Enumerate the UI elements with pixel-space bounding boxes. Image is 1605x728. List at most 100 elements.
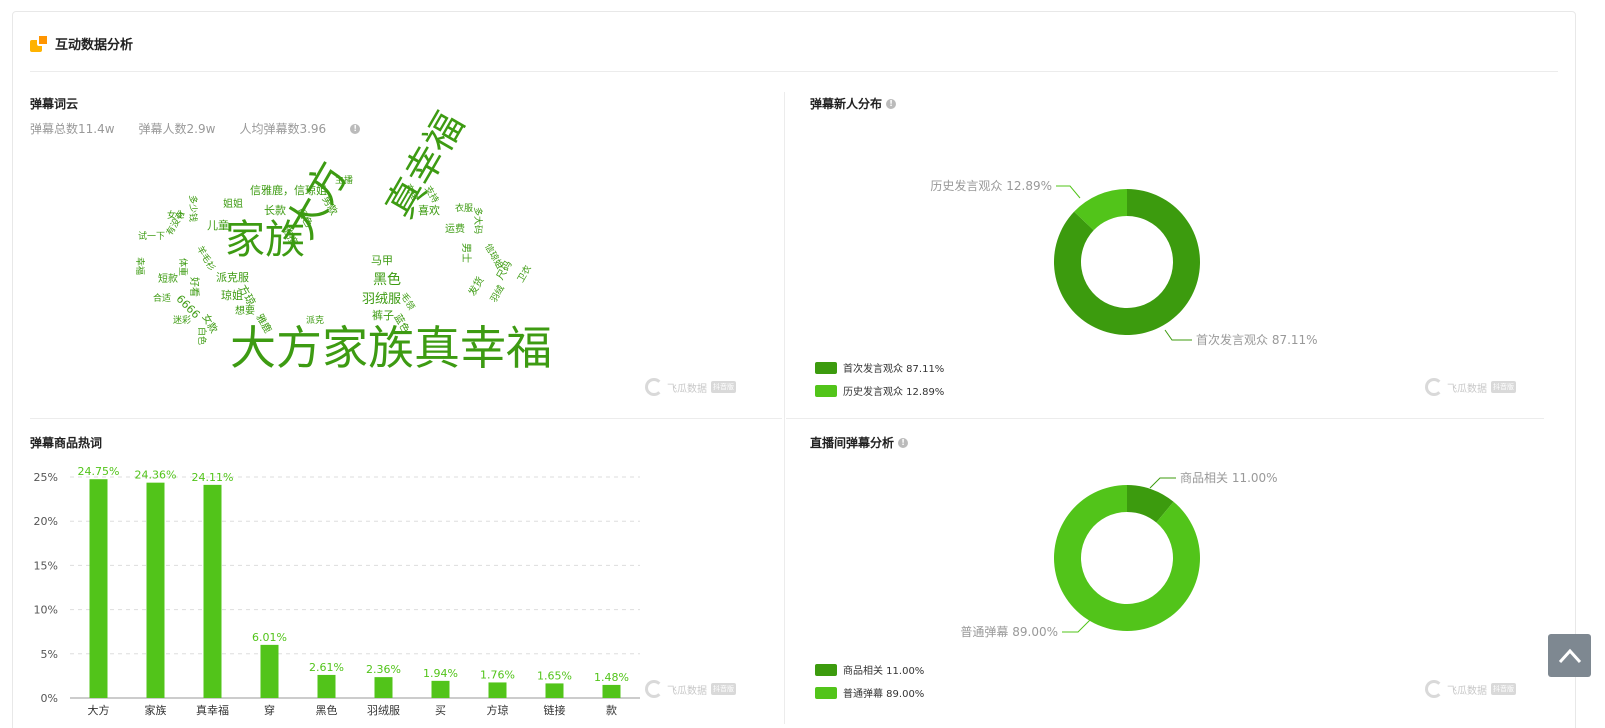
info-icon[interactable]: ! <box>350 123 361 134</box>
y-tick-label: 25% <box>34 471 58 484</box>
watermark: 飞瓜数据 抖音版 <box>1425 378 1516 396</box>
bar-value-label: 6.01% <box>252 631 287 644</box>
wordcloud-title: 弹幕词云 <box>30 97 79 111</box>
callout-line <box>1164 329 1192 341</box>
bar-value-label: 2.36% <box>366 663 401 676</box>
feigua-logo-icon <box>1425 378 1443 396</box>
word-cloud-word: 姐姐 <box>223 199 243 210</box>
legend-swatch <box>815 686 837 699</box>
hotword-bar-chart: 0% 5% 10% 15% 20% 25% 24.75% 大方 24.36% 家族 24.11% 真幸… <box>34 465 640 717</box>
word-cloud-word: 羽绒服 <box>362 292 402 307</box>
word-cloud-word: 运费 <box>445 224 465 235</box>
legend-item[interactable]: 首次发言观众 87.11% <box>815 360 944 375</box>
bar-value-label: 1.94% <box>423 667 458 680</box>
word-cloud-word: 卫衣 <box>516 263 534 285</box>
word-cloud-word: 信琼姐 <box>482 242 505 271</box>
x-tick-label: 链接 <box>544 703 566 717</box>
word-cloud-word: 马甲 <box>371 254 393 267</box>
x-tick-label: 方琼 <box>487 703 509 717</box>
bar-value-label: 1.48% <box>594 671 629 684</box>
word-cloud-word: 信雅鹿，信琼姐 <box>250 184 327 197</box>
chevron-up-icon <box>1558 648 1581 663</box>
bar[interactable] <box>260 644 279 698</box>
watermark: 飞瓜数据 抖音版 <box>645 378 736 396</box>
bar[interactable] <box>488 682 507 698</box>
word-cloud-word: 裤子 <box>372 309 394 322</box>
hotword-title: 弹幕商品热词 <box>30 436 103 450</box>
y-tick-label: 15% <box>34 559 58 572</box>
watermark: 飞瓜数据 抖音版 <box>645 680 736 698</box>
feigua-logo-icon <box>645 680 663 698</box>
bar-value-label: 24.36% <box>135 469 177 482</box>
live-analysis-title: 直播间弹幕分析 ! <box>810 434 909 451</box>
word-cloud-word: 发货 <box>467 275 487 298</box>
bar-value-label: 1.65% <box>537 669 572 682</box>
live-legend: 商品相关 11.00% 普通弹幕 89.00% <box>815 662 924 700</box>
title-divider <box>30 71 1558 72</box>
info-icon[interactable]: ! <box>898 437 909 448</box>
y-tick-label: 0% <box>41 692 58 705</box>
card-header: 互动数据分析 <box>30 34 133 53</box>
word-cloud-word: 多少钱 <box>187 195 197 223</box>
info-icon[interactable]: ! <box>886 98 897 109</box>
legend-item[interactable]: 商品相关 11.00% <box>815 662 924 677</box>
word-cloud-word: 儿童 <box>207 219 229 232</box>
bar[interactable] <box>89 479 108 698</box>
x-tick-label: 真幸福 <box>196 703 229 717</box>
x-tick-label: 大方 <box>88 703 110 717</box>
word-cloud-word: 派克服 <box>216 271 249 284</box>
newcomer-donut-chart: 首次发言观众 87.11% 历史发言观众 12.89% <box>930 178 1318 347</box>
legend-item[interactable]: 普通弹幕 89.00% <box>815 685 924 700</box>
legend-item[interactable]: 历史发言观众 12.89% <box>815 383 944 398</box>
bar-value-label: 2.61% <box>309 661 344 674</box>
word-cloud: 大方家族真幸福 家族 大方 真幸福 黑色 羽绒服 裤子 马甲 信雅鹿，信琼姐 姐姐 长款 儿童 喜欢 运费… <box>130 105 590 385</box>
back-to-top-button[interactable] <box>1548 634 1591 677</box>
x-tick-label: 羽绒服 <box>367 704 400 717</box>
callout-label: 普通弹幕 89.00% <box>960 625 1058 639</box>
callout-line <box>1062 619 1091 633</box>
watermark: 飞瓜数据 抖音版 <box>1425 680 1516 698</box>
row-divider-left <box>30 418 782 419</box>
word-cloud-word: 黑色 <box>373 272 401 288</box>
callout-line <box>1056 185 1081 199</box>
word-cloud-word: 合适 <box>153 294 172 304</box>
word-cloud-word: 好看 <box>188 277 199 297</box>
legend-swatch <box>815 663 837 676</box>
y-tick-label: 10% <box>34 604 58 617</box>
stat-average: 人均弹幕数3.96 <box>239 122 327 136</box>
word-cloud-word: 方琼 <box>235 282 258 309</box>
bar[interactable] <box>431 680 450 698</box>
bar[interactable] <box>146 482 165 698</box>
word-cloud-word: 派克 <box>306 316 325 326</box>
bar[interactable] <box>317 674 336 698</box>
y-tick-label: 20% <box>34 515 58 528</box>
bar[interactable] <box>545 683 564 698</box>
word-cloud-word: 白色 <box>196 327 206 346</box>
bar[interactable] <box>203 484 222 698</box>
newcomer-title: 弹幕新人分布 ! <box>810 95 897 112</box>
data-analysis-icon <box>30 34 49 53</box>
danmaku-stats: 弹幕总数11.4w 弹幕人数2.9w 人均弹幕数3.96 ! <box>30 120 361 137</box>
word-cloud-word: 大方家族真幸福 <box>230 321 552 375</box>
bar[interactable] <box>374 677 393 698</box>
live-donut-chart: 商品相关 11.00% 普通弹幕 89.00% <box>960 470 1277 639</box>
legend-swatch <box>815 384 837 397</box>
bar-value-label: 1.76% <box>480 668 515 681</box>
bar[interactable] <box>602 684 621 698</box>
word-cloud-word: 幸福 <box>134 257 144 276</box>
word-cloud-word: 男士 <box>460 243 471 263</box>
word-cloud-word: 主播 <box>335 176 354 186</box>
y-tick-label: 5% <box>41 648 58 661</box>
callout-label: 首次发言观众 87.11% <box>1196 332 1318 347</box>
callout-label: 历史发言观众 12.89% <box>930 178 1052 193</box>
newcomer-legend: 首次发言观众 87.11% 历史发言观众 12.89% <box>815 360 944 398</box>
legend-swatch <box>815 361 837 374</box>
word-cloud-word: 试一下 <box>138 232 166 242</box>
x-tick-label: 家族 <box>145 703 167 717</box>
word-cloud-word: 羽绒 <box>489 283 507 305</box>
donut-slice[interactable] <box>1054 485 1200 631</box>
feigua-logo-icon <box>1425 680 1443 698</box>
row-divider-right <box>786 418 1544 419</box>
word-cloud-word: 迷彩 <box>173 316 192 326</box>
stat-total: 弹幕总数11.4w <box>30 122 115 136</box>
